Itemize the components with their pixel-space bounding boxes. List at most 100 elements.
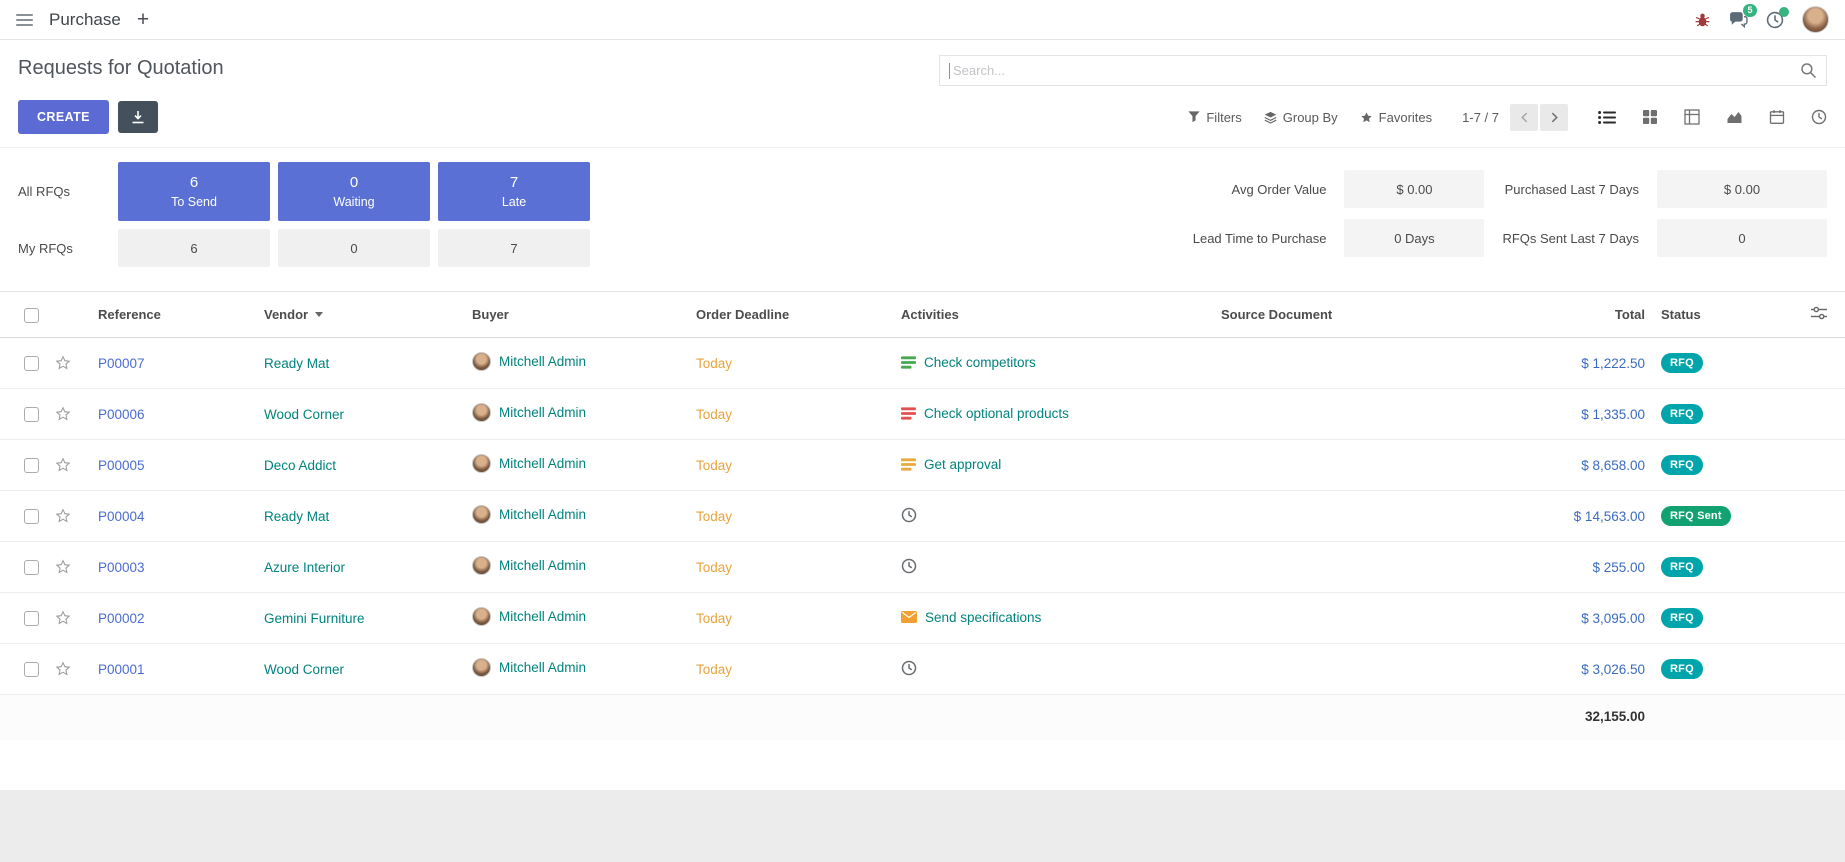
text-cursor: [949, 63, 950, 79]
activity-cell[interactable]: Send specifications: [901, 610, 1041, 625]
my-waiting-value[interactable]: 0: [278, 229, 430, 267]
calendar-view-icon[interactable]: [1769, 109, 1785, 125]
activity-icon[interactable]: [901, 356, 916, 369]
buyer-cell[interactable]: Mitchell Admin: [472, 454, 586, 473]
kanban-view-icon[interactable]: [1642, 109, 1658, 125]
select-all-checkbox[interactable]: [24, 308, 39, 323]
row-checkbox[interactable]: [24, 560, 39, 575]
table-row[interactable]: P00003 Azure Interior Mitchell Admin Tod…: [0, 542, 1845, 593]
group-by-button[interactable]: Group By: [1264, 110, 1338, 125]
header-total[interactable]: Total: [1438, 292, 1653, 338]
row-checkbox[interactable]: [24, 407, 39, 422]
table-row[interactable]: P00004 Ready Mat Mitchell Admin Today $ …: [0, 491, 1845, 542]
export-download-button[interactable]: [118, 101, 158, 133]
table-row[interactable]: P00001 Wood Corner Mitchell Admin Today …: [0, 644, 1845, 695]
header-source-document[interactable]: Source Document: [1213, 292, 1438, 338]
filters-button[interactable]: Filters: [1188, 110, 1241, 125]
favorite-star-icon[interactable]: [54, 405, 72, 423]
waiting-card[interactable]: 0 Waiting: [278, 162, 430, 221]
debug-bug-icon[interactable]: [1694, 11, 1711, 28]
my-late-value[interactable]: 7: [438, 229, 590, 267]
activity-cell[interactable]: [901, 507, 925, 523]
favorites-button[interactable]: Favorites: [1360, 110, 1432, 125]
activity-label[interactable]: Check competitors: [924, 355, 1036, 370]
activity-cell[interactable]: [901, 660, 925, 676]
row-checkbox[interactable]: [24, 611, 39, 626]
vendor-link[interactable]: Deco Addict: [264, 458, 336, 473]
buyer-cell[interactable]: Mitchell Admin: [472, 658, 586, 677]
header-vendor[interactable]: Vendor: [256, 292, 464, 338]
optional-columns-icon[interactable]: [1811, 306, 1827, 320]
navbar-plus-icon[interactable]: +: [137, 9, 149, 30]
activity-icon[interactable]: [901, 558, 917, 574]
reference-link[interactable]: P00004: [98, 509, 145, 524]
vendor-link[interactable]: Wood Corner: [264, 407, 344, 422]
header-reference[interactable]: Reference: [90, 292, 256, 338]
header-order-deadline[interactable]: Order Deadline: [688, 292, 893, 338]
activity-icon[interactable]: [901, 507, 917, 523]
reference-link[interactable]: P00007: [98, 356, 145, 371]
vendor-link[interactable]: Ready Mat: [264, 509, 329, 524]
activity-label[interactable]: Send specifications: [925, 610, 1041, 625]
my-to-send-value[interactable]: 6: [118, 229, 270, 267]
activity-label[interactable]: Check optional products: [924, 406, 1069, 421]
favorite-star-icon[interactable]: [54, 507, 72, 525]
activity-cell[interactable]: Check competitors: [901, 355, 1036, 370]
to-send-card[interactable]: 6 To Send: [118, 162, 270, 221]
pivot-view-icon[interactable]: [1684, 109, 1700, 125]
create-button[interactable]: CREATE: [18, 100, 109, 134]
activity-icon[interactable]: [901, 407, 916, 420]
reference-link[interactable]: P00003: [98, 560, 145, 575]
reference-link[interactable]: P00006: [98, 407, 145, 422]
favorite-star-icon[interactable]: [54, 558, 72, 576]
activity-icon[interactable]: [901, 611, 917, 623]
activity-icon[interactable]: [901, 458, 916, 471]
row-checkbox[interactable]: [24, 458, 39, 473]
row-checkbox[interactable]: [24, 356, 39, 371]
table-row[interactable]: P00007 Ready Mat Mitchell Admin Today Ch…: [0, 338, 1845, 389]
buyer-cell[interactable]: Mitchell Admin: [472, 403, 586, 422]
activity-icon[interactable]: [901, 660, 917, 676]
buyer-cell[interactable]: Mitchell Admin: [472, 607, 586, 626]
table-row[interactable]: P00006 Wood Corner Mitchell Admin Today …: [0, 389, 1845, 440]
vendor-link[interactable]: Wood Corner: [264, 662, 344, 677]
app-name[interactable]: Purchase: [49, 10, 121, 30]
table-row[interactable]: P00002 Gemini Furniture Mitchell Admin T…: [0, 593, 1845, 644]
pager-previous-button[interactable]: [1510, 104, 1538, 131]
favorite-star-icon[interactable]: [54, 354, 72, 372]
table-row[interactable]: P00005 Deco Addict Mitchell Admin Today …: [0, 440, 1845, 491]
activity-cell[interactable]: [901, 558, 925, 574]
vendor-link[interactable]: Azure Interior: [264, 560, 345, 575]
apps-menu-icon[interactable]: [16, 14, 33, 26]
activity-cell[interactable]: Check optional products: [901, 406, 1069, 421]
late-card[interactable]: 7 Late: [438, 162, 590, 221]
favorite-star-icon[interactable]: [54, 609, 72, 627]
search-icon[interactable]: [1800, 62, 1817, 79]
user-avatar[interactable]: [1802, 6, 1829, 33]
header-status[interactable]: Status: [1653, 292, 1783, 338]
pager-next-button[interactable]: [1540, 104, 1568, 131]
activities-icon[interactable]: [1766, 11, 1784, 29]
favorite-star-icon[interactable]: [54, 456, 72, 474]
graph-view-icon[interactable]: [1726, 109, 1743, 125]
reference-link[interactable]: P00002: [98, 611, 145, 626]
messages-icon[interactable]: 5: [1729, 11, 1748, 28]
header-activities[interactable]: Activities: [893, 292, 1213, 338]
activity-cell[interactable]: Get approval: [901, 457, 1001, 472]
vendor-link[interactable]: Ready Mat: [264, 356, 329, 371]
activity-view-icon[interactable]: [1811, 109, 1827, 125]
header-buyer[interactable]: Buyer: [464, 292, 688, 338]
search-bar[interactable]: [939, 55, 1827, 86]
search-input[interactable]: [953, 63, 1800, 78]
reference-link[interactable]: P00005: [98, 458, 145, 473]
buyer-cell[interactable]: Mitchell Admin: [472, 556, 586, 575]
row-checkbox[interactable]: [24, 662, 39, 677]
buyer-cell[interactable]: Mitchell Admin: [472, 505, 586, 524]
reference-link[interactable]: P00001: [98, 662, 145, 677]
list-view-icon[interactable]: [1598, 110, 1616, 125]
buyer-cell[interactable]: Mitchell Admin: [472, 352, 586, 371]
favorite-star-icon[interactable]: [54, 660, 72, 678]
vendor-link[interactable]: Gemini Furniture: [264, 611, 365, 626]
activity-label[interactable]: Get approval: [924, 457, 1001, 472]
row-checkbox[interactable]: [24, 509, 39, 524]
